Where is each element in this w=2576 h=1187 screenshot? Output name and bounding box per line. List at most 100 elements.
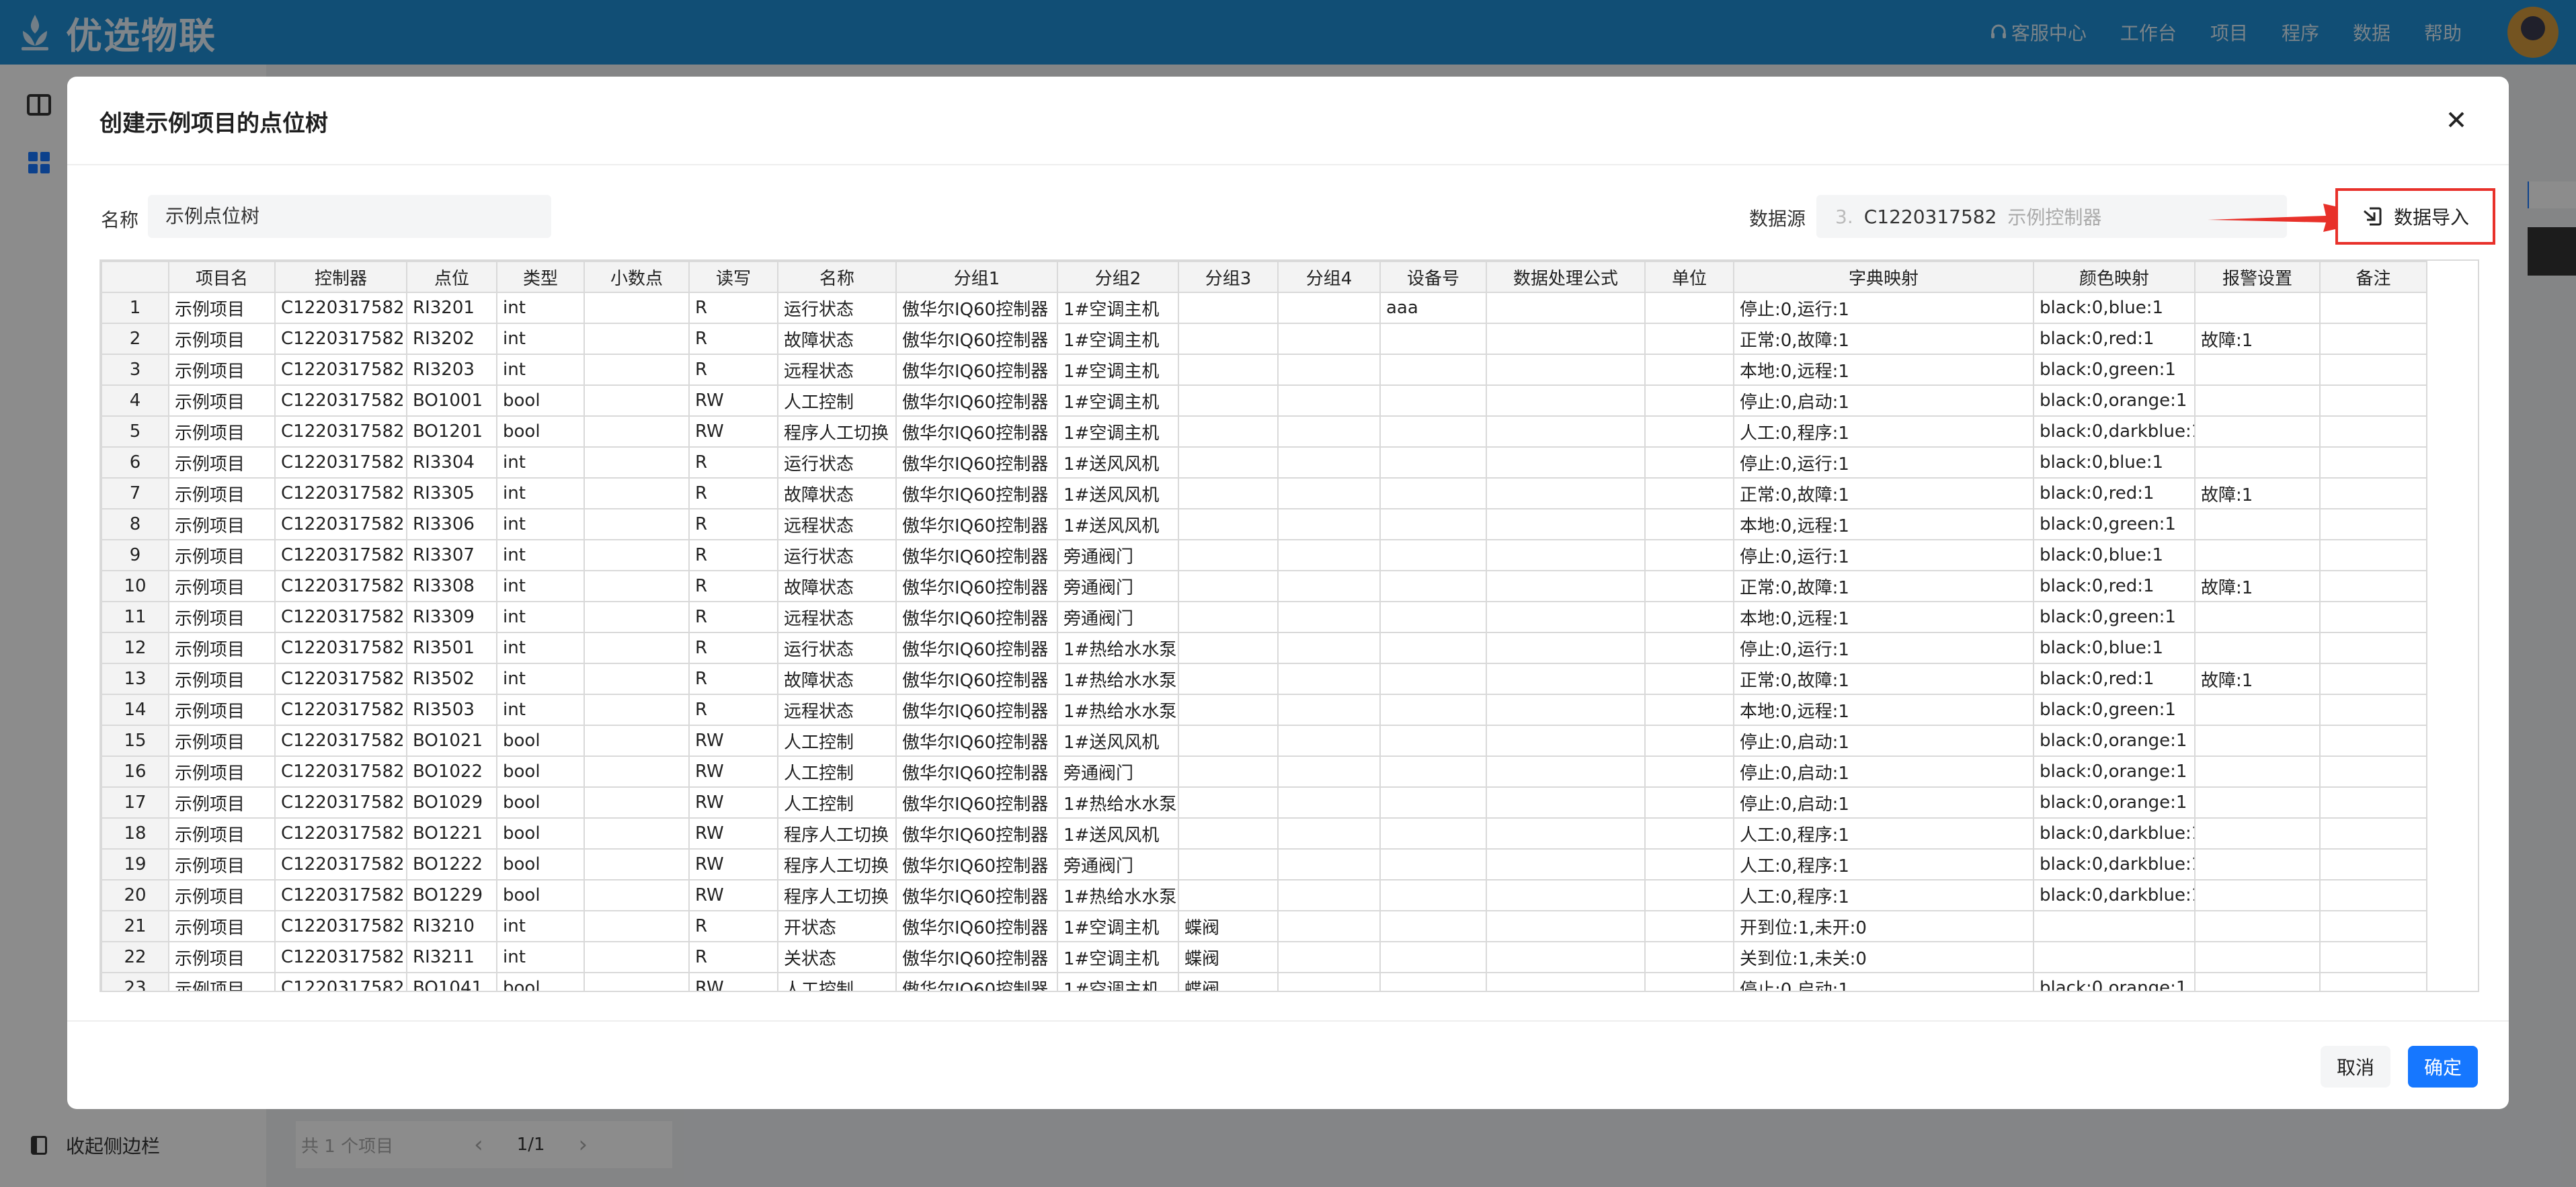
table-cell[interactable] (2319, 972, 2427, 991)
column-header[interactable]: 设备号 (1379, 261, 1487, 293)
table-cell[interactable]: 傲华尔IQ60控制器 (895, 446, 1058, 479)
table-cell[interactable]: RI3202 (406, 323, 497, 355)
table-cell[interactable] (1379, 786, 1487, 819)
table-cell[interactable]: 远程状态 (777, 694, 897, 726)
table-cell[interactable]: int (496, 941, 585, 973)
table-cell[interactable]: black:0,red:1 (2033, 477, 2196, 509)
column-header[interactable]: 控制器 (274, 261, 407, 293)
table-cell[interactable] (1277, 384, 1381, 417)
table-cell[interactable] (1277, 539, 1381, 571)
table-cell[interactable]: 傲华尔IQ60控制器 (895, 384, 1058, 417)
table-cell[interactable]: bool (496, 415, 585, 448)
table-cell[interactable]: C1220317582 (274, 323, 407, 355)
table-cell[interactable]: RW (688, 415, 778, 448)
table-cell[interactable] (583, 941, 690, 973)
table-cell[interactable] (1178, 446, 1279, 479)
table-cell[interactable] (1379, 446, 1487, 479)
table-cell[interactable] (1379, 384, 1487, 417)
table-cell[interactable]: 旁通阀门 (1057, 848, 1179, 881)
table-cell[interactable] (1277, 725, 1381, 757)
table-cell[interactable] (1486, 632, 1646, 664)
table-cell[interactable]: 示例项目 (168, 848, 276, 881)
table-cell[interactable] (1277, 817, 1381, 850)
table-cell[interactable]: 示例项目 (168, 570, 276, 602)
table-cell[interactable] (1178, 354, 1279, 386)
table-cell[interactable] (583, 694, 690, 726)
table-cell[interactable] (2319, 755, 2427, 788)
table-cell[interactable] (583, 354, 690, 386)
table-cell[interactable] (583, 972, 690, 991)
table-cell[interactable] (2319, 384, 2427, 417)
table-cell[interactable] (1379, 477, 1487, 509)
table-cell[interactable] (2194, 879, 2321, 911)
table-cell[interactable] (1644, 694, 1734, 726)
table-cell[interactable] (1379, 694, 1487, 726)
table-cell[interactable]: 傲华尔IQ60控制器 (895, 570, 1058, 602)
table-cell[interactable]: C1220317582 (274, 941, 407, 973)
table-cell[interactable] (1644, 446, 1734, 479)
table-cell[interactable]: 故障状态 (777, 570, 897, 602)
table-cell[interactable] (1486, 601, 1646, 633)
table-cell[interactable]: black:0,darkblue:1 (2033, 415, 2196, 448)
table-cell[interactable] (1277, 292, 1381, 324)
table-cell[interactable] (1644, 354, 1734, 386)
table-cell[interactable]: 蝶阀 (1178, 941, 1279, 973)
table-cell[interactable] (583, 786, 690, 819)
table-cell[interactable]: C1220317582 (274, 848, 407, 881)
table-cell[interactable] (1178, 539, 1279, 571)
table-cell[interactable]: 示例项目 (168, 910, 276, 942)
table-cell[interactable] (2319, 570, 2427, 602)
table-cell[interactable] (1178, 570, 1279, 602)
table-cell[interactable]: RW (688, 879, 778, 911)
table-cell[interactable]: C1220317582 (274, 570, 407, 602)
table-cell[interactable]: RI3304 (406, 446, 497, 479)
table-cell[interactable]: R (688, 570, 778, 602)
table-cell[interactable]: black:0,blue:1 (2033, 292, 2196, 324)
table-cell[interactable]: 人工控制 (777, 972, 897, 991)
table-cell[interactable] (2194, 446, 2321, 479)
table-cell[interactable]: 1#送风风机 (1057, 477, 1179, 509)
table-cell[interactable]: 1#空调主机 (1057, 972, 1179, 991)
table-cell[interactable] (1178, 848, 1279, 881)
table-cell[interactable]: 故障:1 (2194, 323, 2321, 355)
table-cell[interactable] (2194, 817, 2321, 850)
table-cell[interactable] (1486, 323, 1646, 355)
table-cell[interactable] (1486, 570, 1646, 602)
column-header[interactable]: 分组4 (1277, 261, 1381, 293)
table-cell[interactable]: 示例项目 (168, 941, 276, 973)
table-cell[interactable] (1644, 663, 1734, 695)
table-cell[interactable]: BO1021 (406, 725, 497, 757)
table-cell[interactable]: R (688, 663, 778, 695)
table-cell[interactable]: 1#热给水水泵 (1057, 663, 1179, 695)
table-cell[interactable]: 运行状态 (777, 539, 897, 571)
table-cell[interactable] (1379, 601, 1487, 633)
table-cell[interactable]: black:0,orange:1 (2033, 755, 2196, 788)
table-cell[interactable]: 示例项目 (168, 292, 276, 324)
table-cell[interactable] (1277, 508, 1381, 540)
table-cell[interactable]: 人工控制 (777, 725, 897, 757)
table-cell[interactable] (1178, 601, 1279, 633)
data-import-button[interactable]: 数据导入 (2335, 188, 2495, 245)
table-cell[interactable]: R (688, 354, 778, 386)
table-cell[interactable] (1379, 848, 1487, 881)
table-cell[interactable]: 示例项目 (168, 477, 276, 509)
table-cell[interactable]: RI3201 (406, 292, 497, 324)
table-cell[interactable]: C1220317582 (274, 415, 407, 448)
table-cell[interactable] (1277, 941, 1381, 973)
table-cell[interactable] (1486, 910, 1646, 942)
table-cell[interactable]: int (496, 694, 585, 726)
table-cell[interactable] (2319, 941, 2427, 973)
table-cell[interactable]: R (688, 910, 778, 942)
table-cell[interactable] (583, 755, 690, 788)
table-cell[interactable] (1277, 910, 1381, 942)
table-cell[interactable] (583, 508, 690, 540)
table-cell[interactable]: 1#送风风机 (1057, 817, 1179, 850)
table-cell[interactable]: 1#空调主机 (1057, 292, 1179, 324)
table-cell[interactable]: black:0,orange:1 (2033, 725, 2196, 757)
table-cell[interactable] (1486, 415, 1646, 448)
column-header[interactable]: 分组1 (895, 261, 1058, 293)
table-cell[interactable]: 开到位:1,未开:0 (1733, 910, 2034, 942)
table-cell[interactable] (1277, 694, 1381, 726)
table-cell[interactable] (2319, 446, 2427, 479)
table-cell[interactable]: 示例项目 (168, 694, 276, 726)
